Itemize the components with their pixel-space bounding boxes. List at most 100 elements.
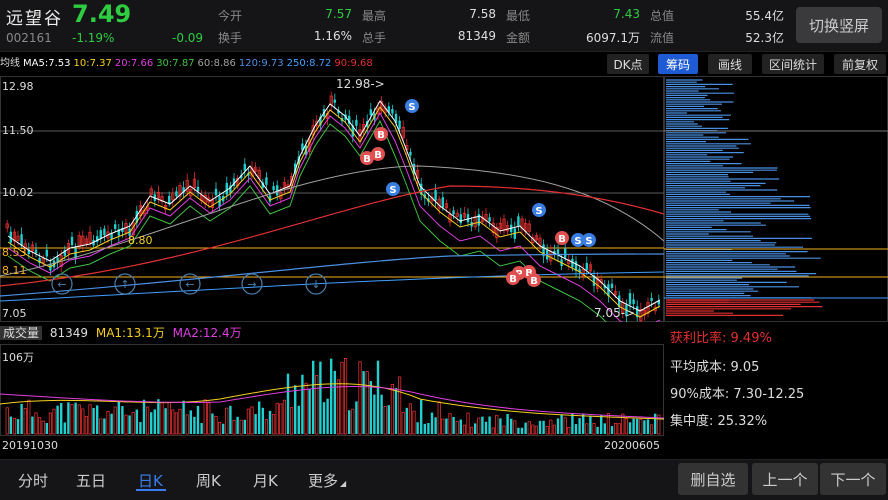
trade-signal-marker: S <box>389 185 396 196</box>
volume-bar <box>271 414 276 435</box>
dk-point-button[interactable]: DK点 <box>607 54 649 74</box>
range-stats-button[interactable]: 区间统计 <box>762 54 824 74</box>
volume-bar <box>520 427 524 434</box>
volume-bar <box>636 418 639 434</box>
volume-bar <box>582 413 585 434</box>
candle <box>517 216 520 227</box>
ma-value: MA5:7.53 <box>23 58 71 69</box>
volume-bar <box>182 400 185 434</box>
stock-name: 远望谷 <box>6 9 63 29</box>
volume-bar <box>455 421 459 435</box>
volume-bar <box>639 418 643 435</box>
candle <box>452 210 455 215</box>
volume-bar <box>365 371 369 435</box>
volume-bar <box>617 423 621 435</box>
ma-line <box>7 111 661 322</box>
line-label: 8.80 <box>128 234 153 247</box>
quote-label: 总手 <box>362 31 387 45</box>
candle <box>175 191 178 197</box>
volume-bar <box>524 422 527 434</box>
volume-bar <box>430 412 434 434</box>
tab-daily-k[interactable]: 日K <box>138 470 163 491</box>
previous-button[interactable]: 上一个 <box>752 463 818 495</box>
volume-bar <box>336 379 341 435</box>
candle <box>650 297 653 302</box>
low-price-marker: 7.05-> <box>594 306 636 320</box>
volume-bar <box>178 408 182 435</box>
volume-bar <box>412 410 416 435</box>
kline-chart[interactable]: ←↑←→↓BBBSSSBSSPBBB <box>0 76 664 322</box>
quote-value: 7.57 <box>325 7 352 21</box>
volume-bar <box>258 401 261 434</box>
volume-bar <box>322 402 326 434</box>
date-start: 20191030 <box>2 439 58 452</box>
volume-title[interactable]: 成交量 <box>0 326 43 340</box>
volume-bar <box>254 414 257 434</box>
draw-line-button[interactable]: 画线 <box>708 54 752 74</box>
candle <box>45 249 48 257</box>
volume-bar <box>16 419 20 434</box>
volume-chart[interactable] <box>0 344 664 436</box>
volume-bar <box>222 423 225 434</box>
volume-bar <box>452 416 455 434</box>
volume-bar <box>167 402 171 435</box>
quote-label: 总值 <box>650 9 675 23</box>
volume-bar <box>343 358 348 435</box>
switch-portrait-button[interactable]: 切换竖屏 <box>796 7 882 43</box>
volume-bar <box>113 406 117 435</box>
volume-bar <box>326 398 329 434</box>
volume-bar <box>362 371 365 434</box>
volume-bar <box>160 402 164 435</box>
volume-bar <box>217 421 222 435</box>
tab-monthly-k[interactable]: 月K <box>253 470 278 491</box>
remove-watchlist-button[interactable]: 删自选 <box>678 463 748 495</box>
trade-signal-marker: B <box>558 234 566 245</box>
volume-bar <box>185 414 189 435</box>
tab-more[interactable]: 更多 ◢ <box>308 470 346 491</box>
price-axis-label: 7.05 <box>2 307 27 320</box>
ma-line <box>0 253 664 297</box>
tab-weekly-k[interactable]: 周K <box>196 470 221 491</box>
volume-bar <box>355 401 358 434</box>
volume-bar <box>264 419 269 435</box>
volume-bar <box>38 417 42 435</box>
volume-bar <box>207 402 211 435</box>
volume-bar <box>513 420 517 435</box>
dropdown-triangle-icon: ◢ <box>340 479 347 488</box>
volume-bar <box>567 426 571 435</box>
volume-bar <box>110 413 113 434</box>
volume-bar <box>531 424 535 435</box>
candle <box>488 217 491 222</box>
volume-bar <box>70 404 74 435</box>
next-button[interactable]: 下一个 <box>820 463 886 495</box>
volume-bar <box>286 373 290 434</box>
volume-bar <box>448 413 452 435</box>
price-axis-label: 8.11 <box>2 264 27 277</box>
candle <box>585 263 588 270</box>
high-price-marker: 12.98-> <box>336 77 385 91</box>
ma-legend: 均线 MA5:7.53 10:7.37 20:7.66 30:7.87 60:8.86 12… <box>0 54 600 74</box>
volume-bar <box>397 376 402 435</box>
volume-bar <box>308 389 311 434</box>
volume-bar <box>200 422 203 434</box>
volume-bar <box>131 412 135 435</box>
chips-button[interactable]: 筹码 <box>658 54 698 74</box>
volume-bar <box>369 381 372 434</box>
volume-bar <box>474 423 477 434</box>
volume-bar <box>52 408 56 435</box>
volume-bar <box>282 399 287 435</box>
avg-cost: 平均成本: 9.05 <box>670 360 760 375</box>
adjust-forward-button[interactable]: 前复权 <box>834 54 886 74</box>
volume-bar <box>211 413 214 434</box>
volume-bar <box>556 418 560 434</box>
tab-intraday[interactable]: 分时 <box>18 470 48 491</box>
volume-bar <box>84 416 88 435</box>
trade-signal-marker: B <box>377 130 385 141</box>
volume-bar <box>380 394 383 434</box>
volume-bar <box>517 427 520 434</box>
volume-bar <box>128 415 131 434</box>
candle <box>114 224 117 229</box>
volume-bar <box>469 426 474 435</box>
quote-label: 最低 <box>506 9 531 23</box>
tab-five-day[interactable]: 五日 <box>76 470 106 491</box>
